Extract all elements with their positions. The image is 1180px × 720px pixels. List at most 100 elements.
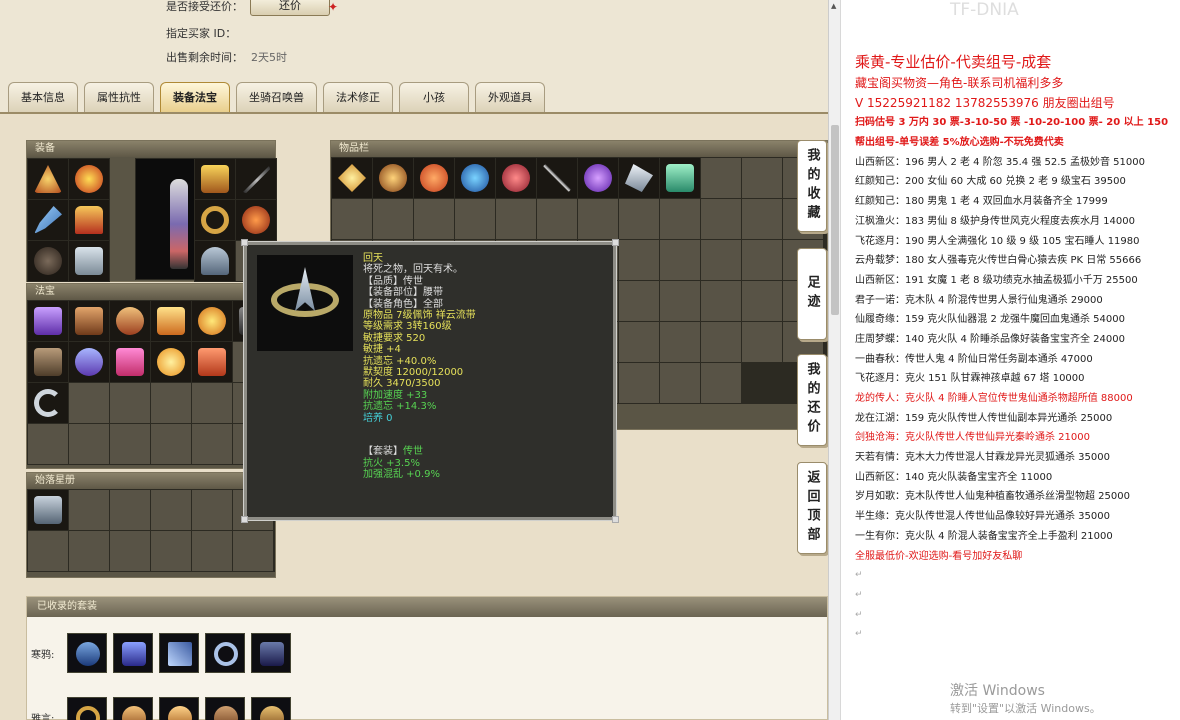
suit-item[interactable] bbox=[205, 633, 245, 673]
star-map-slot-empty[interactable] bbox=[192, 531, 232, 571]
inventory-slot-empty[interactable] bbox=[660, 240, 700, 280]
suit-item[interactable] bbox=[113, 697, 153, 720]
equip-slot[interactable] bbox=[28, 159, 68, 199]
back-to-top-button[interactable]: 返回顶部 bbox=[797, 462, 827, 554]
suit-item[interactable] bbox=[251, 633, 291, 673]
suit-item[interactable] bbox=[159, 697, 199, 720]
fabao-slot-empty[interactable] bbox=[69, 383, 109, 423]
inventory-slot[interactable] bbox=[373, 158, 413, 198]
inventory-slot-empty[interactable] bbox=[660, 281, 700, 321]
star-map-slot-empty[interactable] bbox=[110, 531, 150, 571]
inventory-slot-empty[interactable] bbox=[701, 363, 741, 403]
equip-slot[interactable] bbox=[236, 200, 276, 240]
equip-slot[interactable] bbox=[28, 200, 68, 240]
inventory-slot-empty[interactable] bbox=[578, 199, 618, 239]
tab-equipment[interactable]: 装备法宝 bbox=[160, 82, 230, 112]
fabao-slot-empty[interactable] bbox=[69, 424, 109, 464]
counter-offer-button[interactable]: 还价 bbox=[250, 0, 330, 16]
fabao-slot[interactable] bbox=[110, 342, 150, 382]
fabao-slot[interactable] bbox=[69, 301, 109, 341]
equip-slot[interactable] bbox=[236, 159, 276, 199]
inventory-slot-empty[interactable] bbox=[619, 322, 659, 362]
inventory-slot-empty[interactable] bbox=[619, 281, 659, 321]
fabao-slot-empty[interactable] bbox=[110, 424, 150, 464]
inventory-slot-empty[interactable] bbox=[701, 322, 741, 362]
inventory-slot-empty[interactable] bbox=[742, 199, 782, 239]
inventory-slot-empty[interactable] bbox=[742, 158, 782, 198]
fabao-slot-empty[interactable] bbox=[28, 424, 68, 464]
equip-slot[interactable] bbox=[69, 200, 109, 240]
star-map-slot-empty[interactable] bbox=[151, 490, 191, 530]
suit-item[interactable] bbox=[205, 697, 245, 720]
inventory-slot-empty[interactable] bbox=[701, 158, 741, 198]
inventory-slot[interactable] bbox=[660, 158, 700, 198]
inventory-slot-empty[interactable] bbox=[414, 199, 454, 239]
equip-slot[interactable] bbox=[195, 159, 235, 199]
fabao-slot[interactable] bbox=[110, 301, 150, 341]
suit-item[interactable] bbox=[251, 697, 291, 720]
inventory-slot[interactable] bbox=[619, 158, 659, 198]
tab-appearance[interactable]: 外观道具 bbox=[475, 82, 545, 112]
inventory-slot[interactable] bbox=[455, 158, 495, 198]
inventory-slot-empty[interactable] bbox=[701, 199, 741, 239]
inventory-slot[interactable] bbox=[332, 158, 372, 198]
inventory-slot[interactable] bbox=[496, 158, 536, 198]
my-favorites-button[interactable]: 我的收藏 bbox=[797, 140, 827, 232]
fabao-slot-empty[interactable] bbox=[110, 383, 150, 423]
fabao-slot[interactable] bbox=[28, 383, 68, 423]
star-map-slot-empty[interactable] bbox=[28, 531, 68, 571]
fabao-slot[interactable] bbox=[28, 301, 68, 341]
fabao-slot-empty[interactable] bbox=[151, 383, 191, 423]
fabao-slot[interactable] bbox=[192, 301, 232, 341]
suit-item[interactable] bbox=[113, 633, 153, 673]
fabao-slot-empty[interactable] bbox=[192, 383, 232, 423]
inventory-slot-empty[interactable] bbox=[332, 199, 372, 239]
tab-spell-mods[interactable]: 法术修正 bbox=[323, 82, 393, 112]
tab-children[interactable]: 小孩 bbox=[399, 82, 469, 112]
tab-attributes[interactable]: 属性抗性 bbox=[84, 82, 154, 112]
inventory-slot[interactable] bbox=[537, 158, 577, 198]
tab-mounts-pets[interactable]: 坐骑召唤兽 bbox=[236, 82, 317, 112]
suit-item[interactable] bbox=[159, 633, 199, 673]
inventory-slot-empty[interactable] bbox=[496, 199, 536, 239]
star-map-slot-empty[interactable] bbox=[69, 490, 109, 530]
fabao-slot-empty[interactable] bbox=[192, 424, 232, 464]
inventory-slot-empty[interactable] bbox=[742, 240, 782, 280]
fabao-slot-empty[interactable] bbox=[151, 424, 191, 464]
inventory-slot-empty[interactable] bbox=[373, 199, 413, 239]
star-map-slot-empty[interactable] bbox=[110, 490, 150, 530]
inventory-slot-empty[interactable] bbox=[537, 199, 577, 239]
equip-slot[interactable] bbox=[28, 241, 68, 281]
star-map-slot[interactable] bbox=[28, 490, 68, 530]
inventory-slot-empty[interactable] bbox=[619, 199, 659, 239]
star-map-slot-empty[interactable] bbox=[233, 531, 273, 571]
footprints-button[interactable]: 足迹 bbox=[797, 248, 827, 340]
fabao-slot[interactable] bbox=[28, 342, 68, 382]
equip-slot[interactable] bbox=[195, 241, 235, 281]
inventory-slot[interactable] bbox=[414, 158, 454, 198]
my-counter-offers-button[interactable]: 我的还价 bbox=[797, 354, 827, 446]
inventory-slot-empty[interactable] bbox=[701, 281, 741, 321]
star-map-slot-empty[interactable] bbox=[192, 490, 232, 530]
page-scrollbar[interactable]: ▲ bbox=[828, 0, 840, 720]
fabao-slot[interactable] bbox=[151, 301, 191, 341]
inventory-slot-empty[interactable] bbox=[619, 240, 659, 280]
inventory-slot[interactable] bbox=[578, 158, 618, 198]
inventory-slot-empty[interactable] bbox=[455, 199, 495, 239]
inventory-slot-empty[interactable] bbox=[742, 322, 782, 362]
inventory-slot-empty[interactable] bbox=[660, 322, 700, 362]
inventory-slot-empty[interactable] bbox=[742, 281, 782, 321]
inventory-slot-empty[interactable] bbox=[619, 363, 659, 403]
fabao-slot[interactable] bbox=[151, 342, 191, 382]
equip-slot[interactable] bbox=[69, 159, 109, 199]
star-map-slot-empty[interactable] bbox=[151, 531, 191, 571]
equip-slot[interactable] bbox=[69, 241, 109, 281]
inventory-slot-empty[interactable] bbox=[660, 199, 700, 239]
suit-item[interactable] bbox=[67, 697, 107, 720]
star-map-slot-empty[interactable] bbox=[69, 531, 109, 571]
scroll-up-icon[interactable]: ▲ bbox=[831, 2, 839, 10]
inventory-slot-empty[interactable] bbox=[701, 240, 741, 280]
inventory-slot-empty[interactable] bbox=[660, 363, 700, 403]
tab-basic-info[interactable]: 基本信息 bbox=[8, 82, 78, 112]
equip-slot[interactable] bbox=[195, 200, 235, 240]
